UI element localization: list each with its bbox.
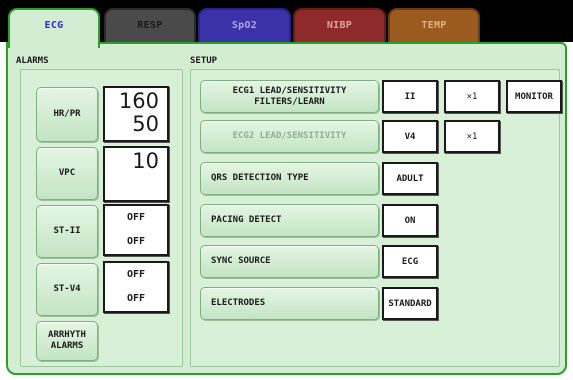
pacing-detect-button[interactable]: PACING DETECT: [200, 204, 379, 237]
vpc-alarm-button[interactable]: VPC: [36, 147, 98, 200]
st-ii-limits[interactable]: OFF OFF: [103, 204, 169, 256]
ecg1-filter-value[interactable]: MONITOR: [506, 80, 562, 113]
tab-label: SpO2: [231, 20, 258, 31]
st-v4-upper: OFF: [127, 269, 146, 280]
st-ii-label: ST-II: [53, 226, 81, 236]
ecg2-sensitivity-value[interactable]: ×1: [444, 120, 500, 153]
st-ii-lower: OFF: [127, 236, 146, 247]
electrodes-label: ELECTRODES: [211, 298, 266, 308]
tab-temp[interactable]: TEMP: [388, 8, 480, 44]
alarms-section: HR/PR 160 50 VPC 10 ST-II OFF OFF ST-V4 …: [20, 69, 183, 367]
sync-source-button[interactable]: SYNC SOURCE: [200, 245, 379, 278]
alarms-section-title: ALARMS: [16, 56, 49, 66]
pacing-detect-value[interactable]: ON: [382, 204, 438, 237]
setup-section-title: SETUP: [190, 56, 218, 66]
tab-label: RESP: [137, 20, 163, 31]
arrhythmia-label-line2: ALARMS: [50, 341, 84, 351]
ecg1-sensitivity-value[interactable]: ×1: [444, 80, 500, 113]
hr-pr-upper-limit: 160: [118, 89, 159, 113]
ecg1-lead-value[interactable]: II: [382, 80, 438, 113]
tab-ecg[interactable]: ECG: [8, 8, 100, 48]
st-v4-lower: OFF: [127, 293, 146, 304]
hr-pr-label: HR/PR: [53, 109, 81, 119]
electrodes-value[interactable]: STANDARD: [382, 287, 438, 320]
vpc-limit[interactable]: 10: [103, 146, 169, 202]
ecg1-label-line1: ECG1 LEAD/SENSITIVITY: [232, 85, 347, 96]
sync-source-value[interactable]: ECG: [382, 245, 438, 278]
st-ii-alarm-button[interactable]: ST-II: [36, 205, 98, 258]
qrs-detection-value[interactable]: ADULT: [382, 162, 438, 195]
ecg2-lead-value[interactable]: V4: [382, 120, 438, 153]
tab-nibp[interactable]: NIBP: [293, 8, 386, 44]
ecg2-lead-sensitivity-button[interactable]: ECG2 LEAD/SENSITIVITY: [200, 120, 379, 153]
hr-pr-limits[interactable]: 160 50: [103, 86, 169, 142]
st-ii-upper: OFF: [127, 212, 146, 223]
vpc-label: VPC: [58, 168, 76, 178]
electrodes-button[interactable]: ELECTRODES: [200, 287, 379, 320]
st-v4-limits[interactable]: OFF OFF: [103, 261, 169, 313]
qrs-detection-type-button[interactable]: QRS DETECTION TYPE: [200, 162, 379, 195]
tab-label: ECG: [44, 20, 64, 31]
st-v4-label: ST-V4: [53, 284, 81, 294]
tab-resp[interactable]: RESP: [104, 8, 196, 44]
tab-bar: RESP SpO2 NIBP TEMP ECG: [0, 0, 573, 48]
hr-pr-lower-limit: 50: [132, 112, 159, 136]
sync-label: SYNC SOURCE: [211, 256, 271, 266]
hr-pr-alarm-button[interactable]: HR/PR: [36, 87, 98, 142]
arrhythmia-alarms-button[interactable]: ARRHYTH ALARMS: [36, 321, 98, 361]
tab-label: TEMP: [421, 20, 447, 31]
qrs-label: QRS DETECTION TYPE: [211, 173, 309, 183]
ecg-settings-panel: ALARMS HR/PR 160 50 VPC 10 ST-II OFF OFF…: [6, 42, 567, 375]
ecg2-label: ECG2 LEAD/SENSITIVITY: [232, 131, 347, 141]
ecg1-lead-sensitivity-button[interactable]: ECG1 LEAD/SENSITIVITY FILTERS/LEARN: [200, 80, 379, 113]
ecg1-label-line2: FILTERS/LEARN: [254, 96, 325, 107]
tab-spo2[interactable]: SpO2: [198, 8, 291, 44]
pacing-label: PACING DETECT: [211, 215, 282, 225]
st-v4-alarm-button[interactable]: ST-V4: [36, 263, 98, 316]
tab-label: NIBP: [326, 20, 353, 31]
arrhythmia-label-line1: ARRHYTH: [48, 330, 86, 340]
vpc-value: 10: [132, 149, 159, 173]
setup-section: ECG1 LEAD/SENSITIVITY FILTERS/LEARN II ×…: [190, 69, 562, 367]
